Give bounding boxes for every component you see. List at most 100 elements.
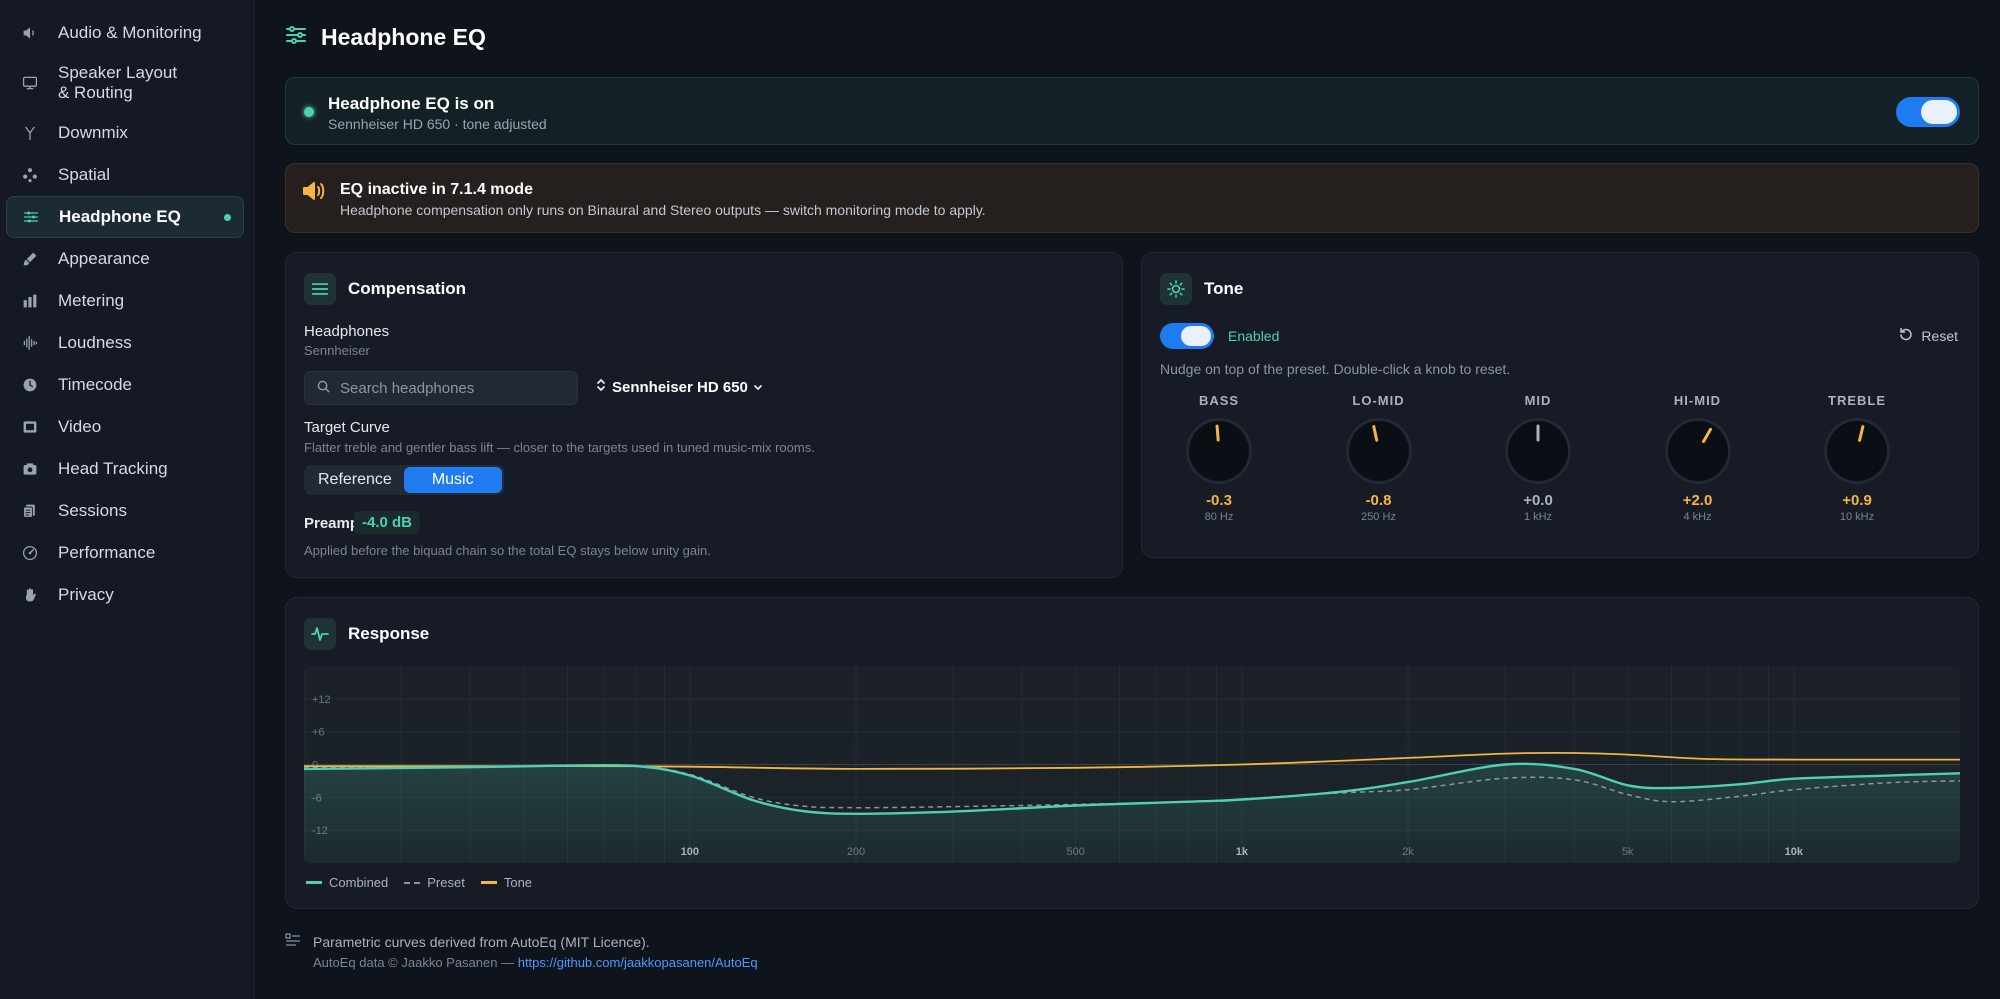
preamp-value: -4.0 dB	[354, 511, 421, 534]
knob-frequency: 250 Hz	[1361, 511, 1396, 523]
headphone-model-select[interactable]: Sennheiser HD 650	[596, 377, 763, 397]
speaker-warning-icon	[302, 180, 328, 207]
chart-legend: Combined Preset Tone	[306, 875, 548, 890]
main-content: Headphone EQ Headphone EQ is on Sennheis…	[255, 0, 2000, 999]
footer-credit: Parametric curves derived from AutoEq (M…	[313, 934, 650, 950]
legend-swatch	[404, 881, 421, 884]
compensation-header: Compensation	[304, 273, 466, 305]
target-curve-description: Flatter treble and gentler bass lift — c…	[304, 440, 815, 455]
sidebar-item-label: Downmix	[58, 123, 128, 142]
pulse-icon	[304, 618, 336, 650]
documents-icon	[20, 501, 40, 521]
legend-swatch	[306, 881, 322, 884]
sidebar-item-metering[interactable]: Metering	[6, 280, 244, 322]
sidebar: Audio & Monitoring Speaker Layout & Routi…	[0, 0, 255, 999]
sidebar-item-sessions[interactable]: Sessions	[6, 490, 244, 532]
legend-item-combined: Combined	[306, 875, 388, 890]
sidebar-item-video[interactable]: Video	[6, 406, 244, 448]
sidebar-item-appearance[interactable]: Appearance	[6, 238, 244, 280]
headphones-label: Headphones	[304, 323, 390, 340]
reset-label: Reset	[1921, 327, 1958, 344]
sliders-icon	[21, 207, 41, 227]
legend-label: Tone	[503, 875, 533, 890]
sidebar-item-performance[interactable]: Performance	[6, 532, 244, 574]
sidebar-item-label: Headphone EQ	[59, 207, 181, 226]
sidebar-item-speaker-layout[interactable]: Speaker Layout & Routing	[6, 54, 244, 112]
knob-dial	[1186, 418, 1252, 484]
sidebar-item-label: Performance	[58, 543, 156, 562]
target-curve-label: Target Curve	[304, 419, 390, 436]
response-plot: +12+60-6-121002005001k2k5k10k	[304, 666, 1960, 863]
tone-card: Tone Enabled Reset Nudge on top of the p…	[1141, 252, 1979, 558]
sidebar-item-label: Video	[58, 417, 102, 436]
sidebar-item-label: Timecode	[58, 375, 133, 394]
y-tick-label: +6	[312, 727, 325, 739]
response-chart: +12+60-6-121002005001k2k5k10k	[304, 666, 1960, 863]
list-icon	[285, 933, 301, 954]
reset-icon	[1899, 327, 1913, 344]
response-card: Response +12+60-6-121002005001k2k5k10k C…	[285, 597, 1979, 909]
sidebar-item-label: Speaker Layout & Routing	[58, 63, 178, 102]
status-title: Headphone EQ is on	[328, 94, 495, 113]
tone-knob-treble[interactable]: TREBLE +0.9 10 kHz	[1802, 393, 1912, 523]
knob-value: +0.9	[1842, 492, 1872, 509]
tone-knob-lo-mid[interactable]: LO-MID -0.8 250 Hz	[1324, 393, 1434, 523]
status-dot	[304, 107, 314, 117]
search-placeholder: Search headphones	[340, 379, 475, 397]
gauge-icon	[20, 543, 40, 563]
tone-knob-bass[interactable]: BASS -0.3 80 Hz	[1164, 393, 1274, 523]
status-banner: Headphone EQ is on Sennheiser HD 650 · t…	[285, 77, 1979, 145]
sidebar-item-headphone-eq[interactable]: Headphone EQ	[6, 196, 244, 238]
clock-icon	[20, 375, 40, 395]
tone-enabled-toggle[interactable]	[1160, 323, 1214, 349]
search-icon	[317, 380, 330, 397]
tone-hint: Nudge on top of the preset. Double-click…	[1160, 361, 1511, 377]
tone-knob-hi-mid[interactable]: HI-MID +2.0 4 kHz	[1643, 393, 1753, 523]
legend-label: Combined	[329, 875, 389, 890]
knob-frequency: 10 kHz	[1839, 511, 1875, 523]
warning-title: EQ inactive in 7.1.4 mode	[340, 181, 533, 198]
tone-reset-button[interactable]: Reset	[1899, 327, 1958, 344]
film-icon	[20, 417, 40, 437]
knob-value: +2.0	[1682, 492, 1713, 509]
sidebar-item-timecode[interactable]: Timecode	[6, 364, 244, 406]
downmix-icon	[20, 123, 40, 143]
tone-header: Tone	[1160, 273, 1243, 305]
sidebar-item-spatial[interactable]: Spatial	[6, 154, 244, 196]
sidebar-item-loudness[interactable]: Loudness	[6, 322, 244, 364]
sidebar-item-label: Head Tracking	[58, 459, 168, 478]
target-option-music[interactable]: Music	[403, 467, 502, 493]
sliders-icon	[285, 24, 307, 51]
sidebar-item-downmix[interactable]: Downmix	[6, 112, 244, 154]
footer-attribution: AutoEq data © Jaakko Pasanen — https://g…	[313, 955, 758, 970]
compensation-title: Compensation	[348, 279, 467, 298]
tone-knob-mid[interactable]: MID +0.0 1 kHz	[1483, 393, 1593, 523]
response-header: Response	[304, 618, 429, 650]
bars-icon	[20, 291, 40, 311]
preamp-description: Applied before the biquad chain so the t…	[304, 543, 711, 558]
page-header: Headphone EQ	[285, 24, 486, 51]
spatial-icon	[20, 165, 40, 185]
legend-item-tone: Tone	[480, 875, 533, 890]
sidebar-item-label: Sessions	[58, 501, 127, 520]
toggle-knob	[1921, 100, 1957, 124]
knob-frequency: 4 kHz	[1683, 511, 1712, 523]
hand-icon	[20, 585, 40, 605]
sidebar-item-label: Spatial	[58, 165, 110, 184]
status-subtitle: Sennheiser HD 650 · tone adjusted	[328, 116, 547, 132]
preamp-label: Preamp	[304, 515, 360, 532]
sidebar-item-audio-monitoring[interactable]: Audio & Monitoring	[6, 12, 244, 54]
autoeq-link[interactable]: https://github.com/jaakkopasanen/AutoEq	[518, 955, 758, 970]
legend-label: Preset	[427, 875, 465, 890]
knob-dial	[1664, 418, 1731, 484]
selected-model: Sennheiser HD 650	[612, 378, 748, 396]
headphone-search-input[interactable]: Search headphones	[304, 371, 578, 405]
page-title: Headphone EQ	[321, 24, 486, 50]
knob-frequency: 80 Hz	[1204, 511, 1234, 523]
knob-value: -0.3	[1206, 492, 1232, 509]
eq-master-toggle[interactable]	[1896, 97, 1960, 127]
sidebar-item-head-tracking[interactable]: Head Tracking	[6, 448, 244, 490]
target-option-reference[interactable]: Reference	[306, 467, 404, 493]
sidebar-item-privacy[interactable]: Privacy	[6, 574, 244, 616]
legend-item-preset: Preset	[404, 875, 465, 890]
